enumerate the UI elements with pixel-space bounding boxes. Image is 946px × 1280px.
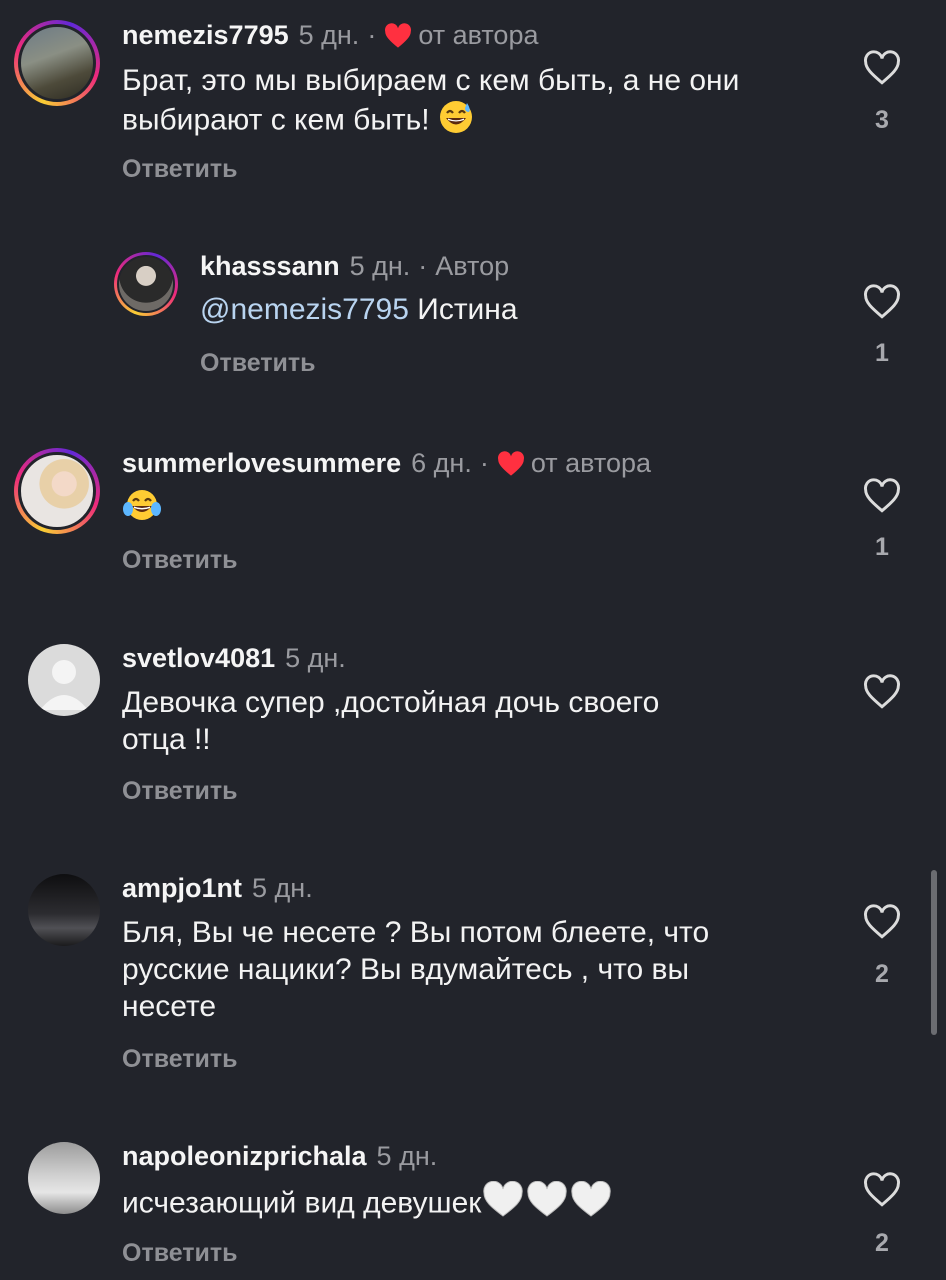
reply-button[interactable]: Ответить: [122, 155, 238, 184]
avatar[interactable]: [28, 874, 100, 946]
heart-outline-icon[interactable]: [858, 1172, 906, 1213]
username[interactable]: khasssann: [200, 251, 340, 282]
avatar[interactable]: [14, 20, 100, 106]
reply-button[interactable]: Ответить: [122, 546, 238, 575]
reply-button[interactable]: Ответить: [200, 349, 316, 378]
timestamp: 5 дн.: [298, 20, 360, 50]
like-count: 1: [875, 339, 889, 367]
timestamp: 5 дн.: [349, 251, 411, 281]
mention-link[interactable]: @nemezis7795: [200, 293, 409, 326]
scrollbar[interactable]: [931, 870, 937, 1035]
timestamp: 6 дн.: [411, 448, 472, 478]
username[interactable]: nemezis7795: [122, 20, 289, 51]
reply-button[interactable]: Ответить: [122, 1045, 238, 1074]
heart-outline-icon[interactable]: [858, 904, 906, 945]
comment-text: Бля, Вы че несете ? Вы потом блеете, что…: [122, 916, 710, 1023]
separator: ·: [367, 20, 377, 50]
heart-filled-icon: [384, 22, 412, 49]
comment-text: Брат, это мы выбираем с кем быть, а не о…: [122, 62, 822, 144]
heart-outline-icon[interactable]: [858, 284, 906, 325]
comment-text: [122, 487, 822, 532]
heart-outline-icon[interactable]: [858, 478, 906, 519]
avatar[interactable]: [28, 644, 100, 716]
avatar[interactable]: [28, 1142, 100, 1214]
tears-of-joy-emoji: [122, 487, 162, 532]
avatar[interactable]: [114, 252, 178, 316]
grinning-sweat-emoji: [438, 99, 474, 144]
username[interactable]: ampjo1nt: [122, 873, 242, 904]
heart-outline-icon[interactable]: [858, 50, 906, 91]
username[interactable]: svetlov4081: [122, 643, 275, 674]
separator: ·: [479, 448, 489, 478]
like-count: 2: [875, 960, 889, 988]
author-like-badge: от автора: [530, 448, 651, 478]
username[interactable]: summerlovesummere: [122, 448, 401, 479]
timestamp: 5 дн.: [252, 873, 313, 903]
username[interactable]: napoleonizprichala: [122, 1141, 367, 1172]
comment-text: исчезающий вид девушек: [122, 1180, 822, 1228]
separator: ·: [418, 251, 428, 281]
like-count: 3: [875, 106, 889, 134]
like-count: 2: [875, 1229, 889, 1257]
comment-text: Девочка супер ,достойная дочь своего отц…: [122, 686, 660, 756]
reply-button[interactable]: Ответить: [122, 1239, 238, 1268]
avatar[interactable]: [14, 448, 100, 534]
white-heart-emoji: [481, 1180, 613, 1228]
like-count: 1: [875, 533, 889, 561]
author-badge: Автор: [435, 251, 510, 281]
heart-filled-icon: [497, 450, 525, 477]
comment-text: @nemezis7795 Истина: [200, 293, 518, 326]
reply-button[interactable]: Ответить: [122, 777, 238, 806]
timestamp: 5 дн.: [285, 643, 346, 673]
default-avatar-icon: [40, 660, 88, 710]
timestamp: 5 дн.: [376, 1141, 438, 1171]
author-like-badge: от автора: [418, 20, 539, 50]
heart-outline-icon[interactable]: [858, 674, 906, 715]
